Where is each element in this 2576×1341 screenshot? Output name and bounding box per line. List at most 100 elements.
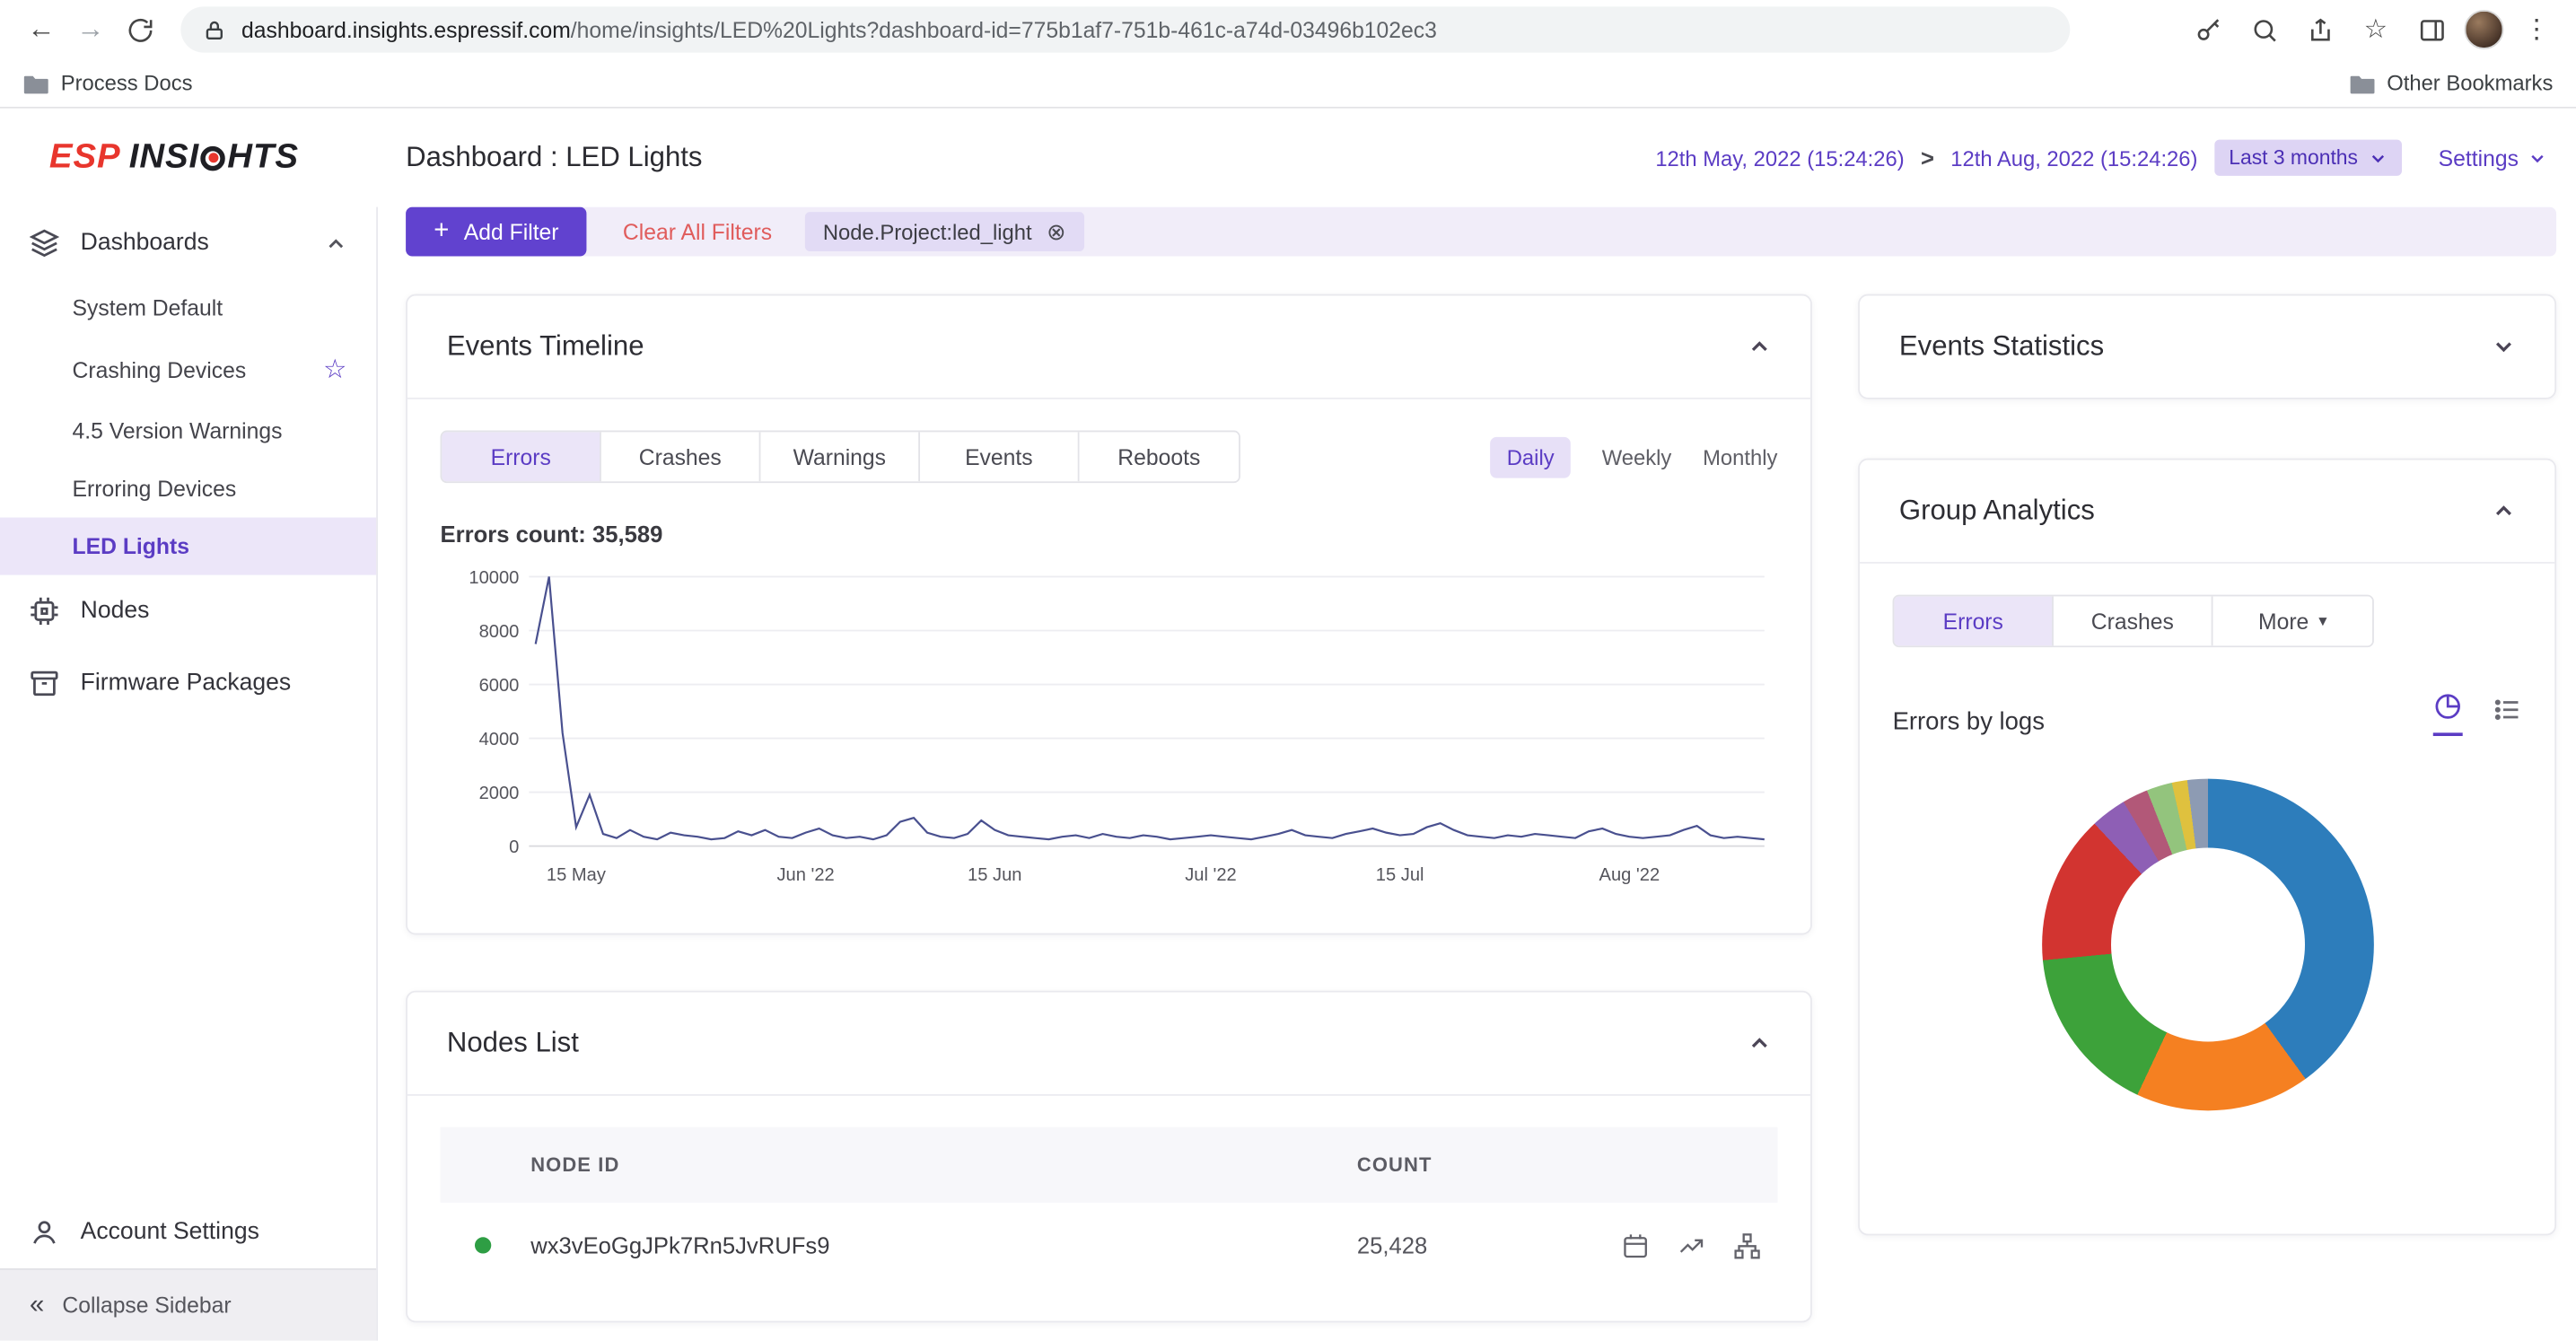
left-column: Events Timeline Errors Crashes Warnings bbox=[406, 294, 1812, 1323]
sidebar-item-crashing-devices[interactable]: Crashing Devices ☆ bbox=[0, 337, 376, 402]
pie-view-button[interactable] bbox=[2433, 692, 2463, 736]
expand-card-button[interactable] bbox=[2493, 335, 2516, 358]
tab-events[interactable]: Events bbox=[920, 432, 1080, 481]
events-statistics-card: Events Statistics bbox=[1858, 294, 2556, 399]
tab-reboots[interactable]: Reboots bbox=[1080, 432, 1240, 481]
app-body: Dashboards System Default Crashing Devic… bbox=[0, 207, 2576, 1341]
table-row[interactable]: wx3vEoGgJPk7Rn5JvRUFs9 25,428 bbox=[441, 1203, 1778, 1288]
bookmarks-bar: Process Docs Other Bookmarks bbox=[0, 59, 2576, 109]
sidebar-item-firmware-packages[interactable]: Firmware Packages bbox=[0, 647, 376, 720]
node-calendar-button[interactable] bbox=[1622, 1231, 1650, 1259]
svg-text:6000: 6000 bbox=[479, 676, 520, 696]
tab-label: Crashes bbox=[2091, 609, 2174, 633]
tab-errors[interactable]: Errors bbox=[442, 432, 601, 481]
sidebar-item-system-default[interactable]: System Default bbox=[0, 279, 376, 337]
svg-text:15 Jun: 15 Jun bbox=[968, 865, 1021, 885]
sidebar-item-45-version-warnings[interactable]: 4.5 Version Warnings bbox=[0, 402, 376, 460]
granularity-weekly[interactable]: Weekly bbox=[1602, 444, 1672, 469]
events-timeline-title: Events Timeline bbox=[447, 330, 644, 364]
sidebar-item-nodes[interactable]: Nodes bbox=[0, 575, 376, 648]
favorite-star-icon[interactable]: ☆ bbox=[323, 354, 346, 387]
chevron-up-icon[interactable] bbox=[325, 232, 346, 254]
tab-more[interactable]: More ▾ bbox=[2212, 596, 2372, 645]
node-id-text: wx3vEoGgJPk7Rn5JvRUFs9 bbox=[530, 1232, 829, 1258]
sidebar-item-label: System Default bbox=[73, 295, 223, 320]
tab-crashes[interactable]: Crashes bbox=[2054, 596, 2213, 645]
sidebar-item-account-settings[interactable]: Account Settings bbox=[0, 1196, 376, 1268]
node-status-dot bbox=[475, 1237, 491, 1253]
svg-text:2000: 2000 bbox=[479, 784, 520, 803]
granularity-daily[interactable]: Daily bbox=[1490, 436, 1571, 478]
app-logo[interactable]: ESPINSIHTS bbox=[0, 138, 378, 178]
sidebar: Dashboards System Default Crashing Devic… bbox=[0, 207, 378, 1341]
timeline-tabs-row: Errors Crashes Warnings Events Reboots D… bbox=[441, 431, 1778, 484]
user-icon bbox=[30, 1217, 59, 1247]
share-button[interactable] bbox=[2297, 6, 2343, 52]
forward-button[interactable]: → bbox=[66, 4, 115, 54]
errors-donut bbox=[2041, 779, 2373, 1111]
chevron-down-icon bbox=[2528, 149, 2546, 167]
view-toggles bbox=[2433, 692, 2522, 736]
clear-all-filters-button[interactable]: Clear All Filters bbox=[623, 219, 772, 243]
collapse-card-button[interactable] bbox=[2493, 499, 2516, 522]
add-filter-label: Add Filter bbox=[464, 219, 559, 243]
node-trend-button[interactable] bbox=[1678, 1231, 1705, 1259]
sidebar-spacer bbox=[0, 720, 376, 1196]
time-range-label: Last 3 months bbox=[2229, 146, 2358, 170]
esp-insights-logo: ESPINSIHTS bbox=[49, 138, 299, 178]
url-text: dashboard.insights.espressif.com/home/in… bbox=[241, 17, 1437, 41]
column-count: COUNT bbox=[1357, 1153, 1547, 1177]
chevron-up-icon bbox=[1748, 335, 1771, 358]
collapse-card-button[interactable] bbox=[1748, 1031, 1771, 1055]
granularity-monthly[interactable]: Monthly bbox=[1703, 444, 1777, 469]
tab-label: Errors bbox=[1943, 609, 2003, 633]
list-view-button[interactable] bbox=[2493, 695, 2522, 736]
back-button[interactable]: ← bbox=[16, 4, 66, 54]
other-bookmarks-label: Other Bookmarks bbox=[2387, 71, 2553, 95]
settings-dropdown[interactable]: Settings bbox=[2439, 145, 2546, 170]
side-panel-icon bbox=[2417, 15, 2445, 43]
svg-text:Aug '22: Aug '22 bbox=[1599, 865, 1660, 885]
reload-button[interactable] bbox=[115, 4, 164, 54]
nodes-table: NODE ID COUNT wx3vEoGgJPk7Rn5JvRUFs9 25,… bbox=[407, 1096, 1810, 1321]
search-icon bbox=[2250, 15, 2278, 43]
logo-target-icon bbox=[201, 145, 225, 170]
logo-esp-text: ESP bbox=[49, 138, 121, 178]
side-panel-button[interactable] bbox=[2408, 6, 2454, 52]
sidebar-item-led-lights[interactable]: LED Lights bbox=[0, 518, 376, 575]
tab-errors[interactable]: Errors bbox=[1894, 596, 2054, 645]
collapse-sidebar-button[interactable]: « Collapse Sidebar bbox=[0, 1268, 376, 1341]
sidebar-item-erroring-devices[interactable]: Erroring Devices bbox=[0, 460, 376, 517]
add-filter-button[interactable]: + Add Filter bbox=[406, 207, 587, 257]
bookmark-folder[interactable]: Process Docs bbox=[23, 71, 193, 95]
address-bar[interactable]: dashboard.insights.espressif.com/home/in… bbox=[180, 6, 2070, 52]
sidebar-item-dashboards[interactable]: Dashboards bbox=[0, 207, 376, 280]
donut-chart-wrap bbox=[1893, 779, 2522, 1111]
passwords-key-button[interactable] bbox=[2185, 6, 2230, 52]
tab-label: Events bbox=[965, 444, 1033, 469]
bookmark-star-button[interactable]: ☆ bbox=[2353, 6, 2398, 52]
tab-label: Crashes bbox=[639, 444, 722, 469]
browser-menu-button[interactable]: ⋮ bbox=[2513, 6, 2559, 52]
time-range-dropdown[interactable]: Last 3 months bbox=[2214, 140, 2403, 176]
search-tabs-button[interactable] bbox=[2241, 6, 2287, 52]
node-hierarchy-button[interactable] bbox=[1733, 1231, 1761, 1259]
profile-avatar[interactable] bbox=[2465, 10, 2504, 49]
date-range-separator: > bbox=[1921, 145, 1934, 171]
double-chevron-left-icon: « bbox=[30, 1291, 44, 1320]
tab-crashes[interactable]: Crashes bbox=[601, 432, 761, 481]
filter-chip[interactable]: Node.Project:led_light ⊗ bbox=[805, 212, 1084, 251]
remove-filter-icon[interactable]: ⊗ bbox=[1047, 218, 1065, 246]
collapse-card-button[interactable] bbox=[1748, 335, 1771, 358]
list-icon bbox=[2493, 695, 2522, 724]
node-row-actions bbox=[1547, 1231, 1777, 1259]
events-timeline-card: Events Timeline Errors Crashes Warnings bbox=[406, 294, 1812, 935]
tab-warnings[interactable]: Warnings bbox=[760, 432, 920, 481]
calendar-icon bbox=[1622, 1231, 1650, 1259]
svg-text:Jun '22: Jun '22 bbox=[776, 865, 834, 885]
share-icon bbox=[2306, 15, 2334, 43]
other-bookmarks[interactable]: Other Bookmarks bbox=[2349, 71, 2553, 95]
url-path: /home/insights/LED%20Lights?dashboard-id… bbox=[571, 17, 1437, 41]
sidebar-item-label: LED Lights bbox=[73, 534, 189, 558]
nodes-list-title: Nodes List bbox=[447, 1027, 579, 1060]
